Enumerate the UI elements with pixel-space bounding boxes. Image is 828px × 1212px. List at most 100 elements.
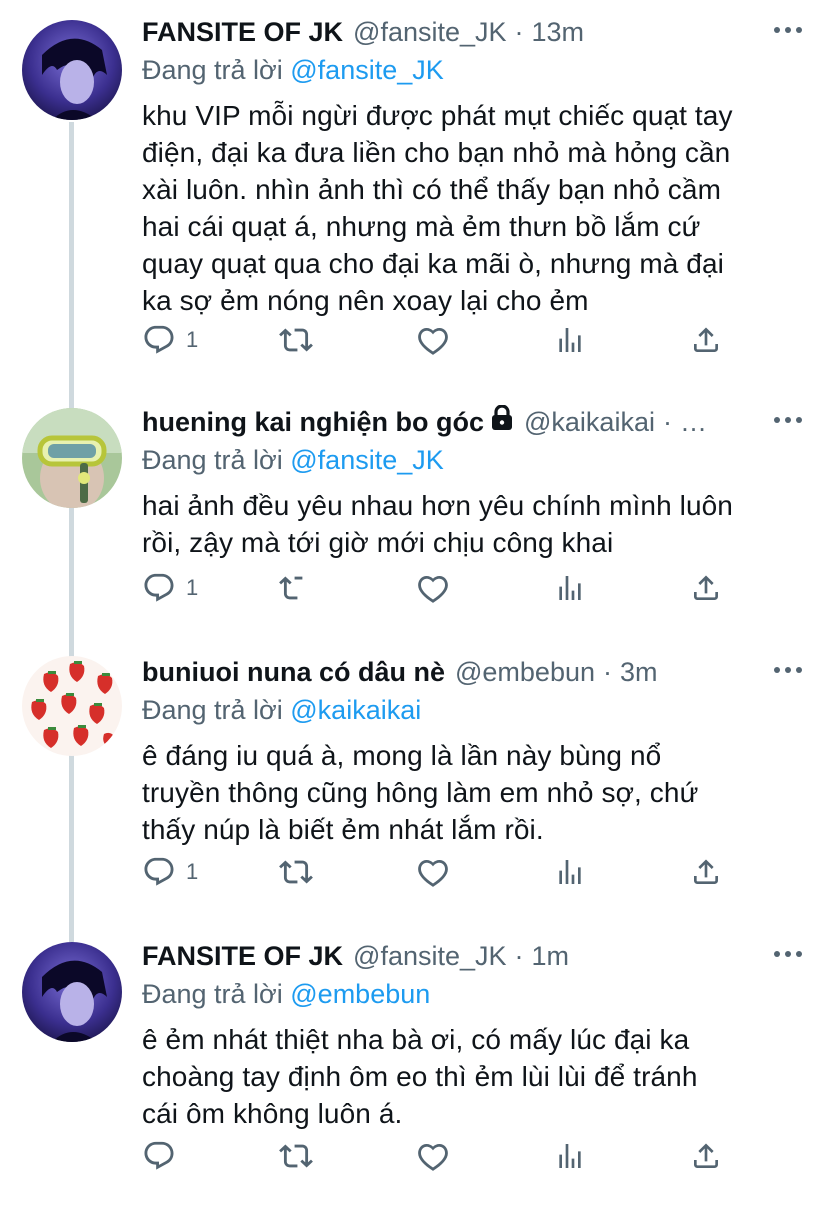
- text-line: ê đáng iu quá à, mong là lần này bùng nổ: [142, 740, 662, 771]
- timestamp[interactable]: 3m: [620, 654, 658, 690]
- more-icon[interactable]: [772, 410, 804, 430]
- share-button[interactable]: [690, 1139, 722, 1173]
- text-line: ka sợ ẻm nóng nên xoay lại cho ẻm: [142, 285, 589, 316]
- tweet-4[interactable]: FANSITE OF JK @fansite_JK · 1m Đang trả …: [0, 924, 828, 1212]
- tweet-2[interactable]: huening kai nghiện bo góc @kaikaikai · ……: [0, 390, 828, 640]
- share-icon: [694, 859, 718, 884]
- analytics-icon: [559, 576, 581, 600]
- reply-button[interactable]: [142, 1139, 186, 1173]
- replying-to-label: Đang trả lời: [142, 55, 291, 85]
- lock-icon: [490, 404, 514, 440]
- display-name[interactable]: buniuoi nuna có dâu nè: [142, 654, 445, 690]
- replying-to-label: Đang trả lời: [142, 695, 291, 725]
- reply-button[interactable]: 1: [142, 855, 198, 889]
- like-button[interactable]: [416, 323, 450, 357]
- user-handle[interactable]: @embebun: [455, 654, 595, 690]
- retweet-icon: [279, 860, 313, 884]
- mention-link[interactable]: @fansite_JK: [290, 55, 443, 85]
- text-line: ê ẻm nhát thiệt nha bà ơi, có mấy lúc đạ…: [142, 1024, 690, 1055]
- tweet-3[interactable]: buniuoi nuna có dâu nè @embebun · 3m Đan…: [0, 640, 828, 930]
- avatar[interactable]: [22, 942, 122, 1042]
- user-handle[interactable]: @fansite_JK: [353, 938, 506, 974]
- display-name[interactable]: FANSITE OF JK: [142, 14, 343, 50]
- text-line: xài luôn. nhìn ảnh thì có thể thấy bạn n…: [142, 174, 721, 205]
- text-line: hai cái quạt á, nhưng mà ẻm thưn bồ lắm …: [142, 211, 701, 242]
- heart-icon: [418, 327, 448, 355]
- tweet-text: hai ảnh đều yêu nhau hơn yêu chính mình …: [142, 487, 804, 561]
- like-button[interactable]: [416, 855, 450, 889]
- analytics-icon: [559, 860, 581, 884]
- share-icon: [694, 1143, 718, 1168]
- mention-link[interactable]: @embebun: [290, 979, 430, 1009]
- analytics-icon: [559, 1144, 581, 1168]
- text-line: thấy núp là biết ẻm nhát lắm rồi.: [142, 814, 544, 845]
- text-line: hai ảnh đều yêu nhau hơn yêu chính mình …: [142, 490, 733, 521]
- replying-to: Đang trả lời @fansite_JK: [142, 52, 804, 88]
- more-icon[interactable]: [772, 660, 804, 680]
- replying-to-label: Đang trả lời: [142, 979, 291, 1009]
- avatar[interactable]: [22, 408, 122, 508]
- heart-icon: [418, 859, 448, 887]
- timestamp[interactable]: 13m: [532, 14, 585, 50]
- tweet-text: ê ẻm nhát thiệt nha bà ơi, có mấy lúc đạ…: [142, 1021, 804, 1132]
- retweet-icon: [279, 576, 303, 600]
- share-button[interactable]: [690, 323, 722, 357]
- heart-icon: [418, 575, 448, 603]
- share-button[interactable]: [690, 855, 722, 889]
- share-icon: [694, 327, 718, 352]
- retweet-button[interactable]: [278, 855, 314, 889]
- views-button[interactable]: [554, 323, 586, 357]
- retweet-button[interactable]: [278, 323, 314, 357]
- text-line: rồi, zậy mà tới giờ mới chịu công khai: [142, 527, 614, 558]
- avatar[interactable]: [22, 20, 122, 120]
- tweet-1[interactable]: FANSITE OF JK @fansite_JK · 13m Đang trả…: [0, 0, 828, 400]
- more-icon[interactable]: [772, 20, 804, 40]
- text-line: điện, đại ka đưa liền cho bạn nhỏ mà hỏn…: [142, 137, 731, 168]
- text-line: quay quạt qua cho đại ka mãi ò, nhưng mà…: [142, 248, 724, 279]
- like-button[interactable]: [416, 571, 450, 605]
- retweet-icon: [279, 1144, 313, 1168]
- mention-link[interactable]: @kaikaikai: [290, 695, 421, 725]
- timestamp[interactable]: …: [680, 404, 707, 440]
- user-handle[interactable]: @kaikaikai: [524, 404, 655, 440]
- retweet-icon: [279, 328, 313, 352]
- like-button[interactable]: [416, 1139, 450, 1173]
- user-handle[interactable]: @fansite_JK: [353, 14, 506, 50]
- analytics-icon: [559, 328, 581, 352]
- replying-to: Đang trả lời @kaikaikai: [142, 692, 804, 728]
- reply-icon: [144, 1141, 174, 1170]
- views-button[interactable]: [554, 855, 586, 889]
- separator-dot: ·: [662, 407, 672, 437]
- reply-icon: [144, 573, 174, 602]
- text-line: truyền thông cũng hông làm em nhỏ sợ, ch…: [142, 777, 699, 808]
- mention-link[interactable]: @fansite_JK: [290, 445, 443, 475]
- tweet-text: khu VIP mỗi ngừi được phát mụt chiếc quạ…: [142, 97, 804, 319]
- replying-to: Đang trả lời @embebun: [142, 976, 804, 1012]
- timestamp[interactable]: 1m: [532, 938, 570, 974]
- reply-count: 1: [186, 327, 199, 352]
- separator-dot: ·: [514, 941, 524, 971]
- tweet-text: ê đáng iu quá à, mong là lần này bùng nổ…: [142, 737, 804, 848]
- reply-count: 1: [186, 859, 199, 884]
- retweet-button[interactable]: [278, 1139, 314, 1173]
- avatar[interactable]: [22, 656, 122, 756]
- views-button[interactable]: [554, 1139, 586, 1173]
- reply-icon: [144, 325, 174, 354]
- reply-count: 1: [186, 575, 199, 600]
- share-button[interactable]: [690, 571, 722, 605]
- retweet-button[interactable]: [278, 571, 314, 605]
- separator-dot: ·: [603, 657, 612, 687]
- text-line: khu VIP mỗi ngừi được phát mụt chiếc quạ…: [142, 100, 733, 131]
- views-button[interactable]: [554, 571, 586, 605]
- reply-icon: [144, 857, 174, 886]
- reply-button[interactable]: 1: [142, 571, 198, 605]
- display-name[interactable]: FANSITE OF JK: [142, 938, 343, 974]
- text-line: choàng tay định ôm eo thì ẻm lùi lùi để …: [142, 1061, 698, 1092]
- text-line: cái ôm không luôn á.: [142, 1098, 403, 1129]
- more-icon[interactable]: [772, 944, 804, 964]
- reply-button[interactable]: 1: [142, 323, 198, 357]
- replying-to: Đang trả lời @fansite_JK: [142, 442, 804, 478]
- display-name[interactable]: huening kai nghiện bo góc: [142, 404, 484, 440]
- separator-dot: ·: [514, 17, 524, 47]
- heart-icon: [418, 1143, 448, 1171]
